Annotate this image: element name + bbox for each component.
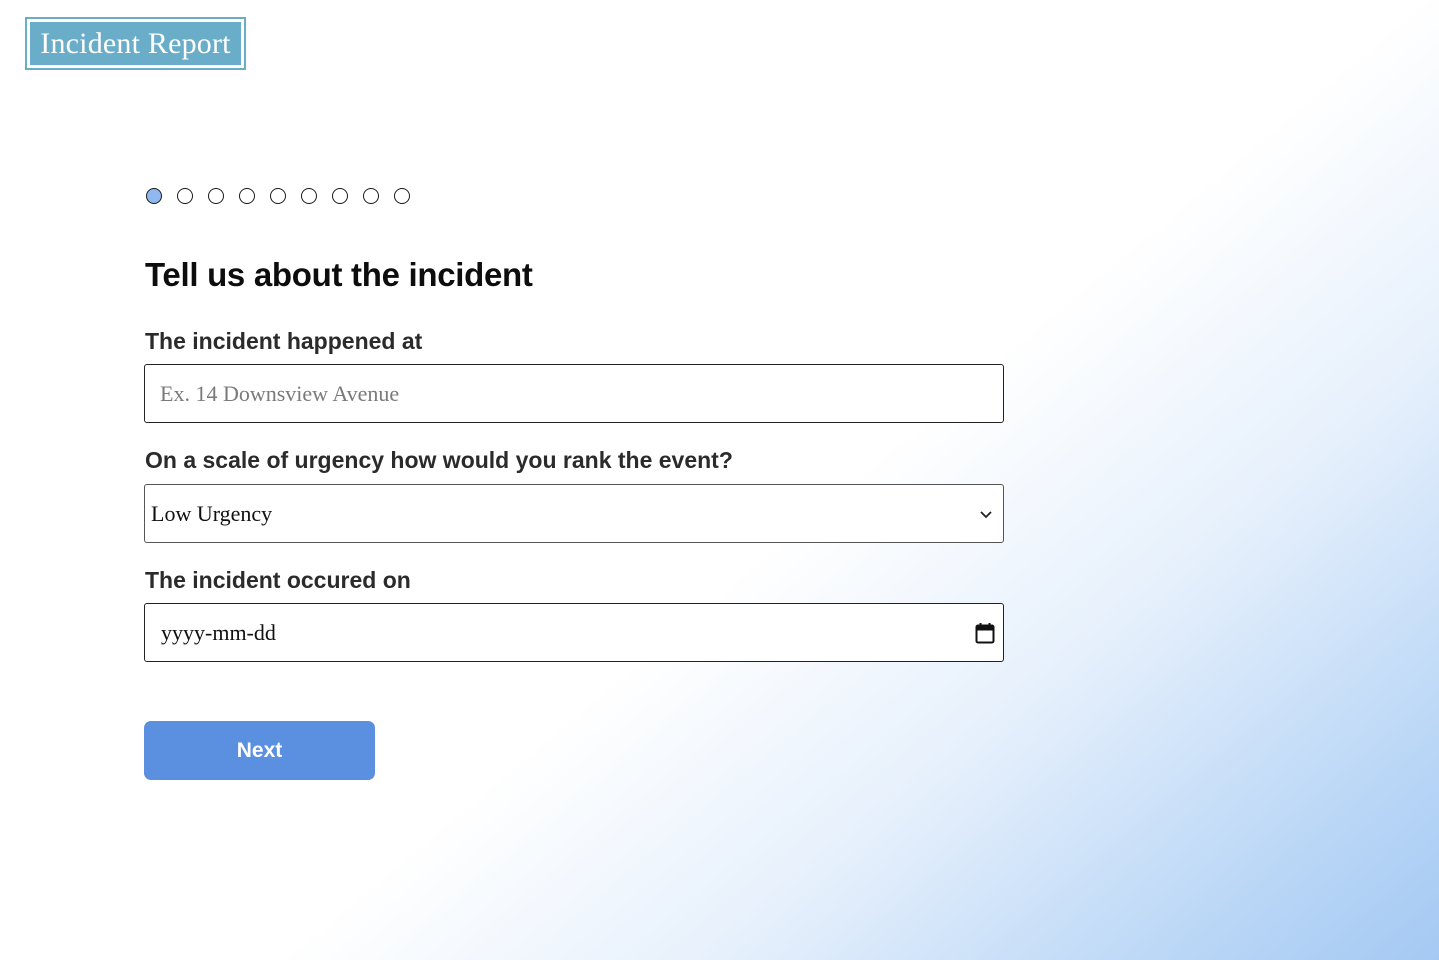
chevron-down-icon <box>977 505 995 523</box>
progress-steps <box>146 188 410 204</box>
step-dot-5 <box>270 188 286 204</box>
step-dot-8 <box>363 188 379 204</box>
address-placeholder: Ex. 14 Downsview Avenue <box>160 380 400 406</box>
next-button[interactable]: Next <box>144 721 375 780</box>
step-dot-2 <box>177 188 193 204</box>
calendar-icon[interactable] <box>974 622 996 644</box>
address-input[interactable]: Ex. 14 Downsview Avenue <box>144 364 1004 423</box>
address-label: The incident happened at <box>145 328 423 354</box>
logo[interactable]: Incident Report <box>25 17 246 70</box>
step-dot-6 <box>301 188 317 204</box>
date-input[interactable]: yyyy-mm-dd <box>144 603 1004 662</box>
logo-text: Incident Report <box>30 22 241 65</box>
date-label: The incident occured on <box>145 567 411 593</box>
urgency-label: On a scale of urgency how would you rank… <box>145 447 733 473</box>
urgency-selected-value: Low Urgency <box>151 500 273 526</box>
urgency-select[interactable]: Low Urgency <box>144 484 1004 543</box>
step-dot-9 <box>394 188 410 204</box>
step-dot-7 <box>332 188 348 204</box>
page-title: Tell us about the incident <box>145 256 533 293</box>
step-dot-3 <box>208 188 224 204</box>
step-dot-1 <box>146 188 162 204</box>
date-placeholder: yyyy-mm-dd <box>161 619 276 645</box>
step-dot-4 <box>239 188 255 204</box>
